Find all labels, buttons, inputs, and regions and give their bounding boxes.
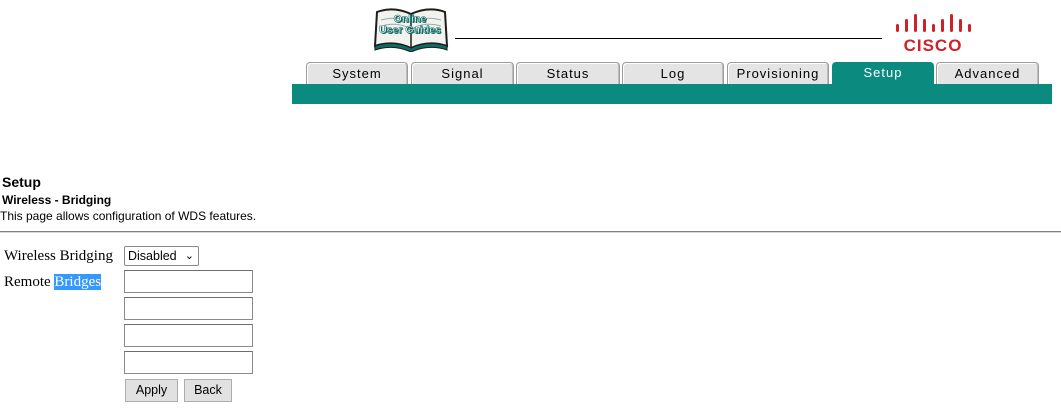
wireless-bridging-selected-value: Disabled bbox=[128, 249, 177, 263]
remote-label-highlighted-text: Bridges bbox=[54, 274, 102, 290]
tab-system[interactable]: System bbox=[306, 62, 408, 84]
nav-accent-bar bbox=[292, 84, 1052, 104]
cisco-brand-wordmark: CISCO bbox=[903, 36, 963, 55]
page-subtitle: Wireless - Bridging bbox=[2, 193, 112, 207]
remote-bridges-label: Remote Bridges bbox=[4, 273, 102, 291]
remote-bridge-mac-input-1[interactable] bbox=[124, 270, 253, 293]
tab-setup[interactable]: Setup bbox=[832, 62, 934, 84]
tab-signal[interactable]: Signal bbox=[411, 62, 514, 84]
main-nav-tabs: System Signal Status Log Provisioning Se… bbox=[306, 62, 1041, 84]
page-description: This page allows configuration of WDS fe… bbox=[0, 209, 257, 223]
remote-bridge-mac-input-4[interactable] bbox=[124, 351, 253, 374]
page-title: Setup bbox=[2, 174, 41, 190]
back-button[interactable]: Back bbox=[184, 379, 232, 402]
chevron-down-icon: ⌄ bbox=[184, 250, 194, 262]
tab-advanced[interactable]: Advanced bbox=[936, 62, 1039, 84]
wireless-bridging-label: Wireless Bridging bbox=[4, 248, 113, 264]
remote-bridge-mac-input-3[interactable] bbox=[124, 324, 253, 347]
header-divider-line bbox=[455, 38, 882, 39]
tab-status[interactable]: Status bbox=[516, 62, 620, 84]
section-divider bbox=[0, 231, 1061, 233]
tab-log[interactable]: Log bbox=[622, 62, 724, 84]
guides-logo-line2: User Guides bbox=[379, 24, 441, 36]
tab-provisioning[interactable]: Provisioning bbox=[727, 62, 829, 84]
online-user-guides-link[interactable]: Online User Guides bbox=[375, 13, 445, 36]
remote-label-prefix: Remote bbox=[4, 274, 51, 290]
apply-button[interactable]: Apply bbox=[125, 379, 178, 402]
remote-bridge-mac-input-2[interactable] bbox=[124, 297, 253, 320]
wireless-bridging-select[interactable]: Disabled ⌄ bbox=[124, 246, 199, 266]
